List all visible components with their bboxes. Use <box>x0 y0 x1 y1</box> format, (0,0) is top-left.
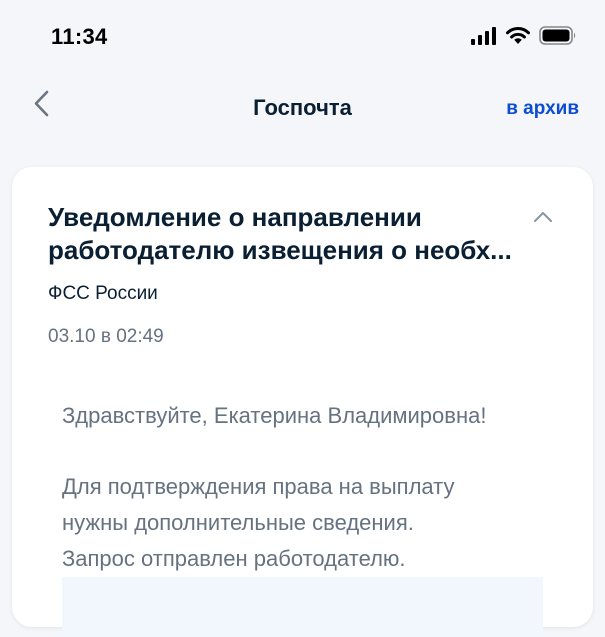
collapse-button[interactable] <box>531 207 555 227</box>
message-date: 03.10 в 02:49 <box>48 326 164 347</box>
status-bar: 11:34 <box>0 0 605 70</box>
message-title-line: Уведомление о направлении <box>48 202 422 232</box>
message-greeting: Здравствуйте, Екатерина Владимировна! <box>62 403 487 428</box>
message-title[interactable]: Уведомление о направлении работодателю и… <box>48 201 518 267</box>
message-paragraph: Для подтверждения права на выплату нужны… <box>62 469 562 577</box>
info-block <box>62 577 543 637</box>
cellular-signal-icon <box>471 26 497 50</box>
message-title-line: работодателю извещения о необх... <box>48 235 512 265</box>
status-time: 11:34 <box>51 24 108 49</box>
message-body-line: Запрос отправлен работодателю. <box>62 546 406 571</box>
chevron-up-icon <box>531 212 555 231</box>
status-icons <box>471 26 577 50</box>
message-body-line: Для подтверждения права на выплату <box>62 474 455 499</box>
wifi-icon <box>505 26 531 50</box>
archive-button[interactable]: в архив <box>506 98 579 120</box>
message-card: Уведомление о направлении работодателю и… <box>12 167 593 637</box>
battery-icon <box>539 26 577 50</box>
navigation-bar: Госпочта в архив <box>0 80 605 136</box>
message-body-line: нужны дополнительные сведения. <box>62 510 414 535</box>
message-body: Здравствуйте, Екатерина Владимировна! Дл… <box>62 401 562 577</box>
message-sender: ФСС России <box>48 283 158 304</box>
